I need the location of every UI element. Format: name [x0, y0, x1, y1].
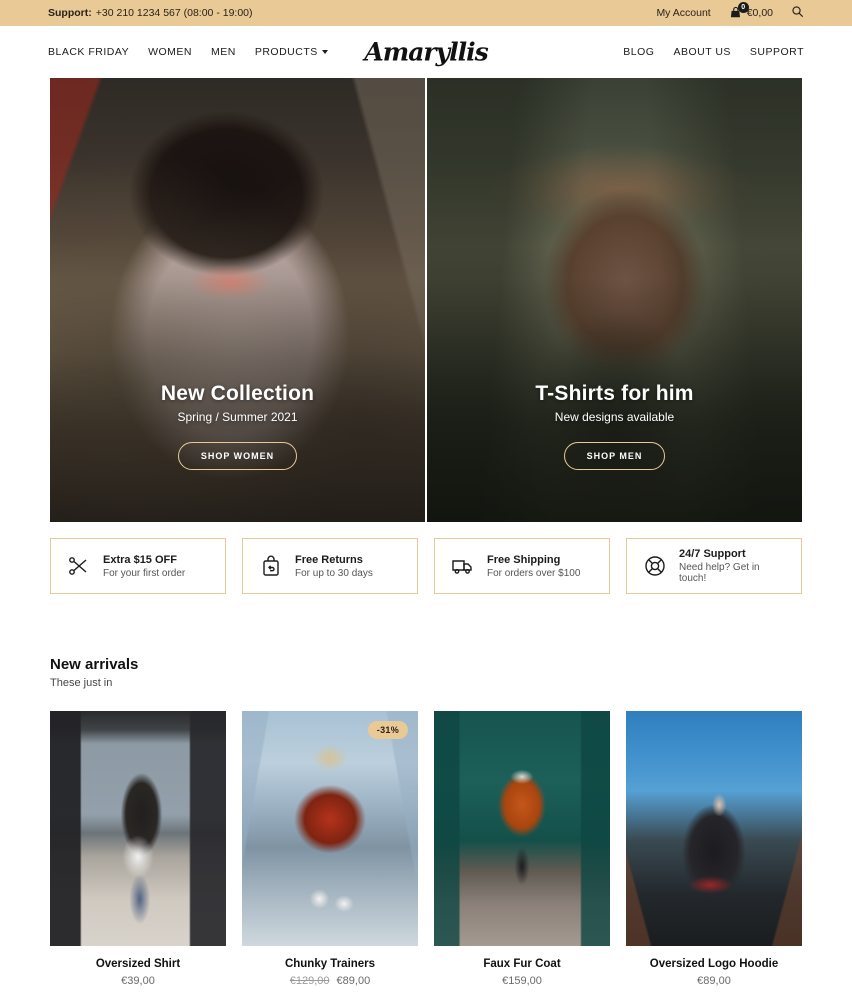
nav-item-about-us[interactable]: About Us: [673, 46, 730, 58]
hero-subtitle: New designs available: [554, 410, 675, 424]
product-image-wrap[interactable]: [626, 711, 802, 946]
nav-item-blog[interactable]: Blog: [623, 46, 654, 58]
nav-item-label: Men: [211, 46, 236, 58]
product-price: €89,00: [626, 975, 802, 987]
hero-banner-row: New Collection Spring / Summer 2021 SHOP…: [50, 78, 802, 522]
feature-desc: For your first order: [103, 567, 186, 579]
nav-item-label: Products: [254, 46, 318, 58]
hero-panel-men[interactable]: T-Shirts for him New designs available S…: [427, 78, 802, 522]
search-icon[interactable]: [791, 5, 804, 21]
product-current-price: €159,00: [502, 975, 542, 987]
scissors-icon: [67, 554, 91, 578]
product-name: Oversized Logo Hoodie: [649, 958, 779, 970]
product-current-price: €39,00: [121, 975, 155, 987]
nav-item-label: Support: [749, 46, 804, 58]
main-navigation: Black Friday Women Men Products Amarylli…: [0, 26, 852, 78]
nav-item-products[interactable]: Products: [255, 46, 328, 58]
nav-item-label: Black Friday: [48, 46, 130, 58]
product-image-wrap[interactable]: [50, 711, 226, 946]
product-card[interactable]: Oversized Logo Hoodie €89,00: [626, 711, 802, 987]
product-card[interactable]: Faux Fur Coat €159,00: [434, 711, 610, 987]
feature-title: 24/7 Support: [679, 548, 746, 560]
feature-free-returns[interactable]: Free Returns For up to 30 days: [242, 538, 418, 594]
product-card[interactable]: Oversized Shirt €39,00: [50, 711, 226, 987]
shop-women-button[interactable]: SHOP WOMEN: [177, 442, 298, 470]
new-arrivals-header: New arrivals These just in: [50, 656, 802, 689]
hero-panel-women[interactable]: New Collection Spring / Summer 2021 SHOP…: [50, 78, 425, 522]
top-bar-actions: My Account 0 €0,00: [656, 2, 804, 21]
top-utility-bar: Support: +30 210 1234 567 (08:00 - 19:00…: [0, 0, 852, 26]
feature-free-shipping[interactable]: Free Shipping For orders over $100: [434, 538, 610, 594]
cart-button[interactable]: 0 €0,00: [729, 2, 773, 20]
nav-item-black-friday[interactable]: Black Friday: [48, 46, 129, 58]
feature-title: Extra $15 OFF: [103, 553, 177, 566]
product-current-price: €89,00: [336, 975, 371, 987]
support-label: Support:: [48, 7, 92, 19]
nav-item-women[interactable]: Women: [148, 46, 192, 58]
feature-text: Free Shipping For orders over $100: [487, 554, 580, 579]
feature-text: 24/7 Support Need help? Get in touch!: [679, 548, 785, 584]
feature-desc: For orders over $100: [487, 567, 581, 579]
nav-right-links: Blog About Us Support: [623, 46, 804, 58]
feature-extra-discount[interactable]: Extra $15 OFF For your first order: [50, 538, 226, 594]
product-name: Oversized Shirt: [95, 958, 181, 970]
hero-content-women: New Collection Spring / Summer 2021 SHOP…: [50, 382, 425, 470]
product-current-price: €89,00: [697, 975, 731, 987]
feature-support[interactable]: 24/7 Support Need help? Get in touch!: [626, 538, 802, 594]
product-image: [434, 711, 610, 946]
my-account-link[interactable]: My Account: [656, 7, 710, 19]
product-price: €39,00: [50, 975, 226, 987]
delivery-truck-icon: [451, 554, 475, 578]
feature-desc: For up to 30 days: [295, 567, 373, 579]
hero-subtitle: Spring / Summer 2021: [177, 410, 298, 424]
nav-item-support[interactable]: Support: [750, 46, 804, 58]
product-image: [50, 711, 226, 946]
section-title: New arrivals: [50, 656, 139, 673]
shop-men-button[interactable]: SHOP MEN: [563, 442, 666, 470]
chevron-down-icon: [321, 50, 328, 54]
product-image: [626, 711, 802, 946]
support-info: Support: +30 210 1234 567 (08:00 - 19:00…: [48, 7, 253, 19]
product-price: €159,00: [434, 975, 610, 987]
support-phone: +30 210 1234 567 (08:00 - 19:00): [95, 7, 253, 19]
shopping-bag-icon: 0: [729, 2, 749, 20]
feature-title: Free Returns: [295, 553, 363, 566]
cart-count-badge: 0: [737, 2, 749, 13]
product-card[interactable]: -31% Chunky Trainers €129,00 €89,00: [242, 711, 418, 987]
section-subtitle: These just in: [50, 677, 113, 689]
hero-title: New Collection: [160, 382, 315, 405]
product-old-price: €129,00: [289, 975, 330, 987]
nav-left-links: Black Friday Women Men Products: [48, 46, 328, 58]
feature-text: Free Returns For up to 30 days: [295, 554, 373, 579]
product-grid: Oversized Shirt €39,00 -31% Chunky Train…: [50, 711, 802, 987]
return-bag-icon: [259, 554, 283, 578]
hero-title: T-Shirts for him: [535, 382, 694, 405]
product-name: Faux Fur Coat: [483, 958, 561, 970]
nav-item-label: About Us: [673, 46, 731, 58]
product-image-wrap[interactable]: [434, 711, 610, 946]
feature-text: Extra $15 OFF For your first order: [103, 554, 185, 579]
product-image: [242, 711, 418, 946]
product-image-wrap[interactable]: -31%: [242, 711, 418, 946]
discount-badge: -31%: [367, 721, 408, 739]
nav-item-men[interactable]: Men: [211, 46, 236, 58]
cart-amount: €0,00: [746, 7, 773, 19]
site-logo[interactable]: Amaryllis: [364, 38, 488, 67]
hero-content-men: T-Shirts for him New designs available S…: [427, 382, 802, 470]
feature-title: Free Shipping: [487, 553, 561, 566]
feature-desc: Need help? Get in touch!: [679, 562, 760, 584]
product-name: Chunky Trainers: [284, 958, 376, 970]
product-price: €129,00 €89,00: [242, 975, 418, 987]
nav-item-label: Blog: [623, 46, 655, 58]
lifebuoy-icon: [643, 554, 667, 578]
nav-item-label: Women: [148, 46, 192, 58]
feature-benefits-row: Extra $15 OFF For your first order Free …: [50, 538, 802, 594]
